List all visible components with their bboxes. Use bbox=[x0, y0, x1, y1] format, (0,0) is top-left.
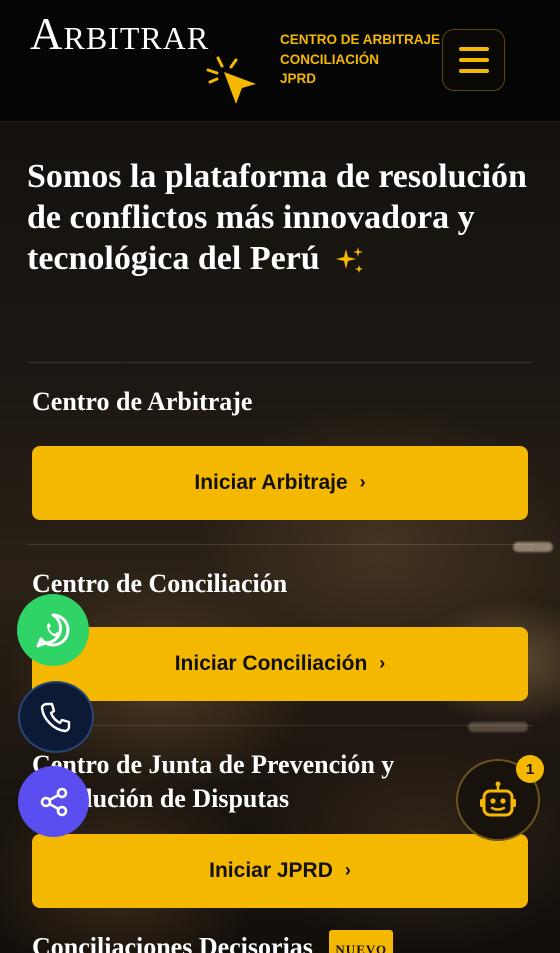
hero-title: Somos la plataforma de resolución de con… bbox=[27, 156, 537, 279]
button-label: Iniciar Conciliación bbox=[174, 652, 368, 675]
hamburger-menu-button[interactable] bbox=[442, 29, 505, 91]
whatsapp-button[interactable] bbox=[17, 594, 89, 666]
phone-call-button[interactable] bbox=[18, 681, 94, 753]
section-title-arbitraje: Centro de Arbitraje bbox=[32, 387, 253, 416]
share-button[interactable] bbox=[18, 766, 89, 837]
site-header: Arbitrar CENTRO DE ARBITRAJE CONCILIACIÓ… bbox=[0, 0, 560, 122]
chevron-right-icon: › bbox=[379, 652, 386, 673]
share-icon bbox=[40, 787, 67, 816]
hero-title-text: Somos la plataforma de resolución de con… bbox=[27, 158, 527, 277]
section-title-text: Conciliaciones Decisorias bbox=[32, 932, 313, 953]
section-title-jprd: Centro de Junta de Prevención y Resoluci… bbox=[32, 750, 395, 813]
divider bbox=[27, 544, 533, 545]
hamburger-menu-icon bbox=[458, 47, 489, 51]
iniciar-arbitraje-button[interactable]: Iniciar Arbitraje › bbox=[32, 446, 528, 520]
chevron-right-icon: › bbox=[344, 859, 351, 880]
brand-line-jprd: JPRD bbox=[280, 71, 317, 86]
brand-line-conciliacion: CONCILIACIÓN bbox=[280, 51, 379, 67]
whatsapp-icon bbox=[36, 613, 70, 648]
hamburger-line bbox=[458, 58, 489, 62]
button-label: Iniciar JPRD bbox=[209, 859, 333, 882]
phone-icon bbox=[40, 702, 71, 733]
robot-icon bbox=[480, 781, 516, 817]
section-title-conciliaciones-decisorias: Conciliaciones Decisorias NUEVO bbox=[32, 930, 492, 953]
new-badge: NUEVO bbox=[329, 930, 394, 953]
section-title-conciliacion: Centro de Conciliación bbox=[32, 569, 288, 598]
chatbot-notification-badge: 1 bbox=[516, 755, 544, 783]
hamburger-line bbox=[458, 69, 489, 73]
divider bbox=[27, 725, 533, 726]
iniciar-jprd-button[interactable]: Iniciar JPRD › bbox=[32, 834, 528, 908]
brand-lines: CENTRO DE ARBITRAJE CONCILIACIÓN JPRD bbox=[280, 30, 440, 89]
light-reflection bbox=[468, 722, 528, 732]
brand-line-arbitraje: CENTRO DE ARBITRAJE bbox=[280, 32, 441, 47]
sparkles-icon bbox=[336, 247, 364, 274]
button-label: Iniciar Arbitraje bbox=[194, 471, 348, 494]
cursor-click-icon bbox=[206, 56, 256, 104]
divider bbox=[27, 362, 533, 363]
iniciar-conciliacion-button[interactable]: Iniciar Conciliación › bbox=[32, 627, 528, 701]
chevron-right-icon: › bbox=[359, 471, 366, 492]
logo-wordmark[interactable]: Arbitrar bbox=[30, 8, 209, 60]
